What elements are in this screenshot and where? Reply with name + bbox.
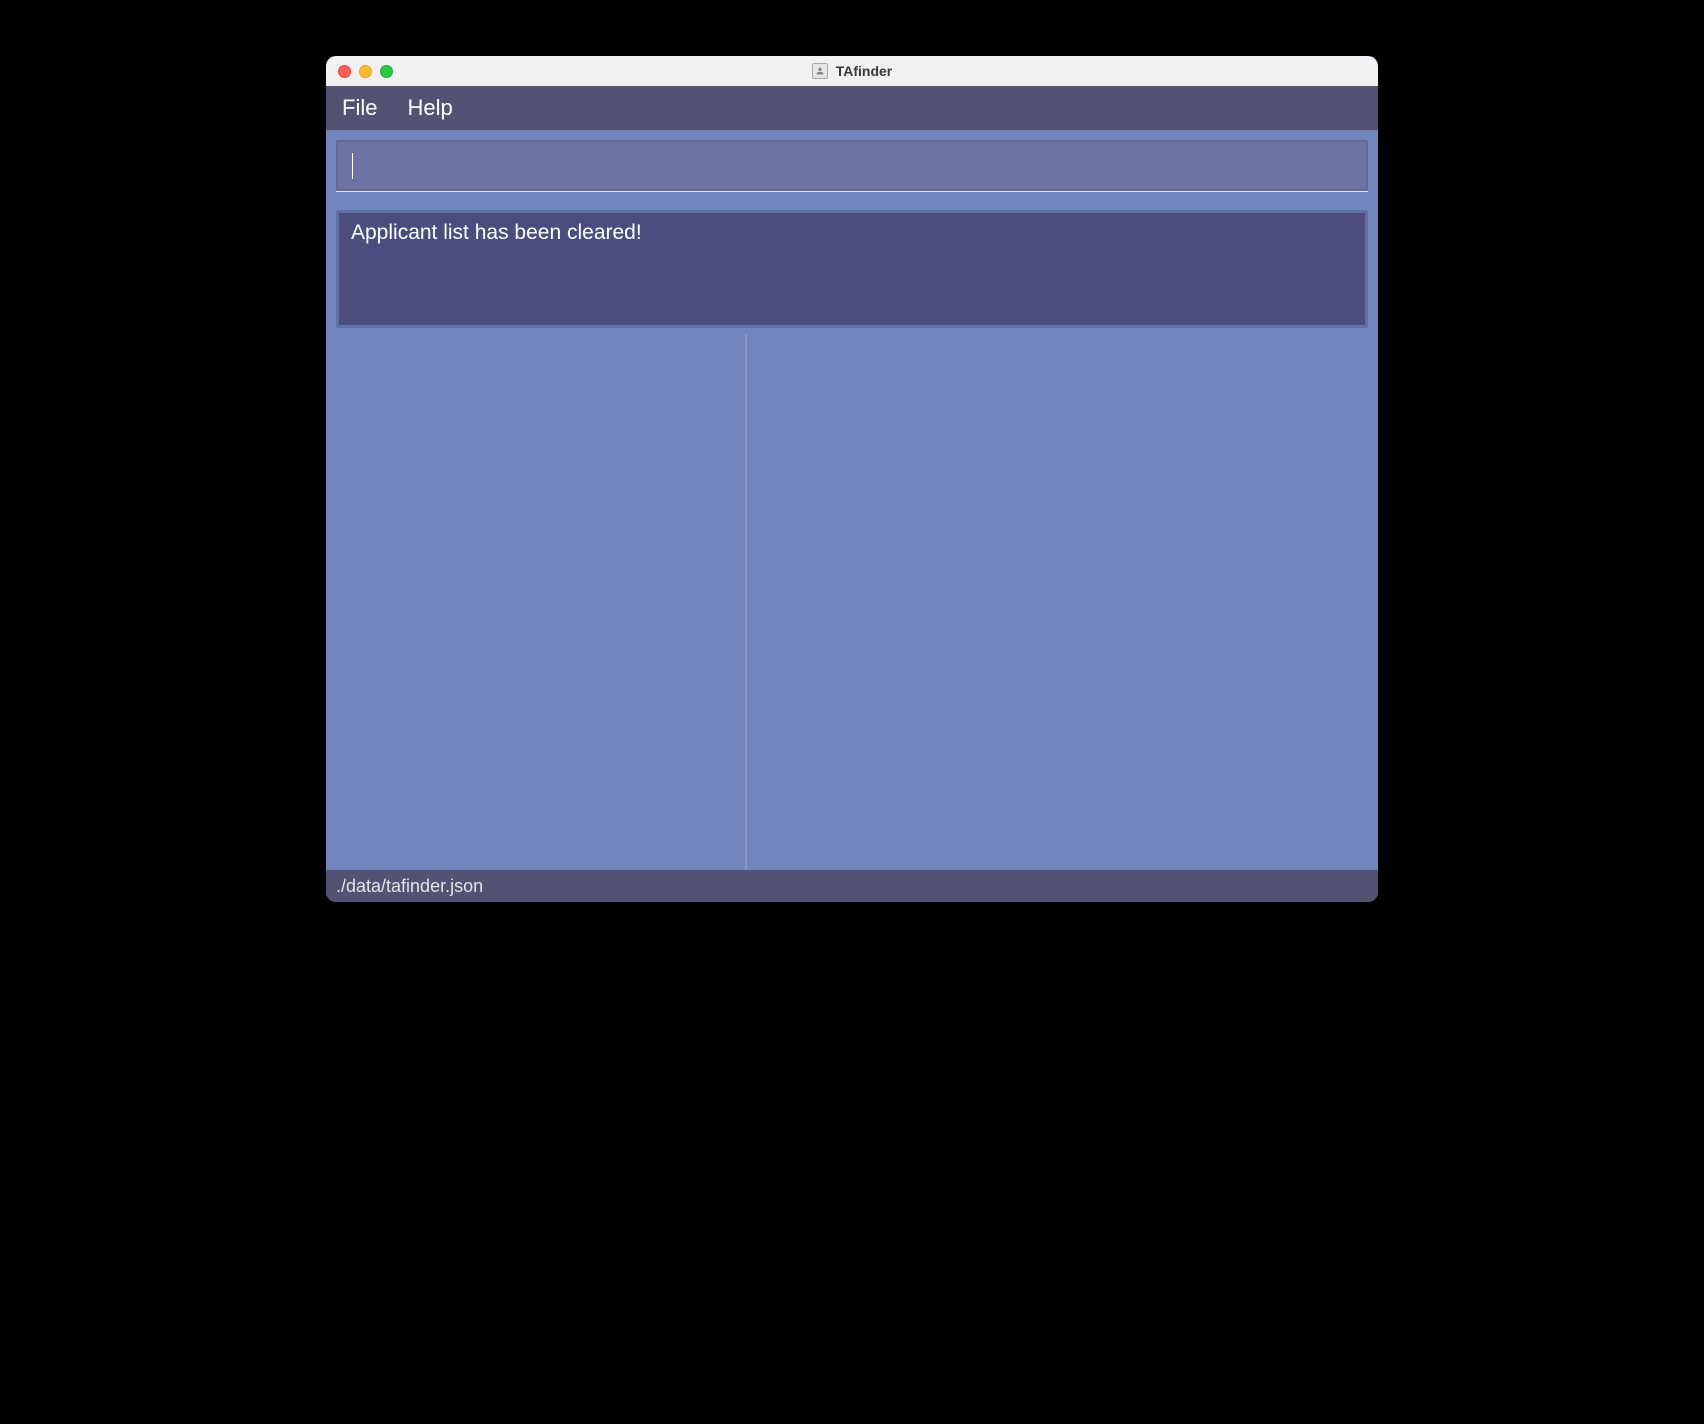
result-area: Applicant list has been cleared! [326, 210, 1378, 328]
status-bar: ./data/tafinder.json [326, 870, 1378, 902]
menu-file[interactable]: File [342, 95, 377, 121]
close-button[interactable] [338, 65, 351, 78]
command-area [326, 130, 1378, 191]
menu-bar: File Help [326, 86, 1378, 130]
app-window: TAfinder File Help Applicant list has be… [326, 56, 1378, 902]
menu-help[interactable]: Help [407, 95, 452, 121]
result-message: Applicant list has been cleared! [351, 221, 642, 244]
window-title: TAfinder [836, 63, 893, 79]
status-path: ./data/tafinder.json [336, 876, 483, 897]
command-input[interactable] [353, 154, 1352, 177]
left-panel [326, 334, 745, 870]
maximize-button[interactable] [380, 65, 393, 78]
minimize-button[interactable] [359, 65, 372, 78]
content-split [326, 334, 1378, 870]
window-controls [326, 65, 393, 78]
app-icon [812, 63, 828, 79]
result-box: Applicant list has been cleared! [336, 210, 1368, 328]
title-center: TAfinder [326, 63, 1378, 79]
right-panel [747, 334, 1378, 870]
title-bar: TAfinder [326, 56, 1378, 86]
command-box[interactable] [336, 140, 1368, 191]
